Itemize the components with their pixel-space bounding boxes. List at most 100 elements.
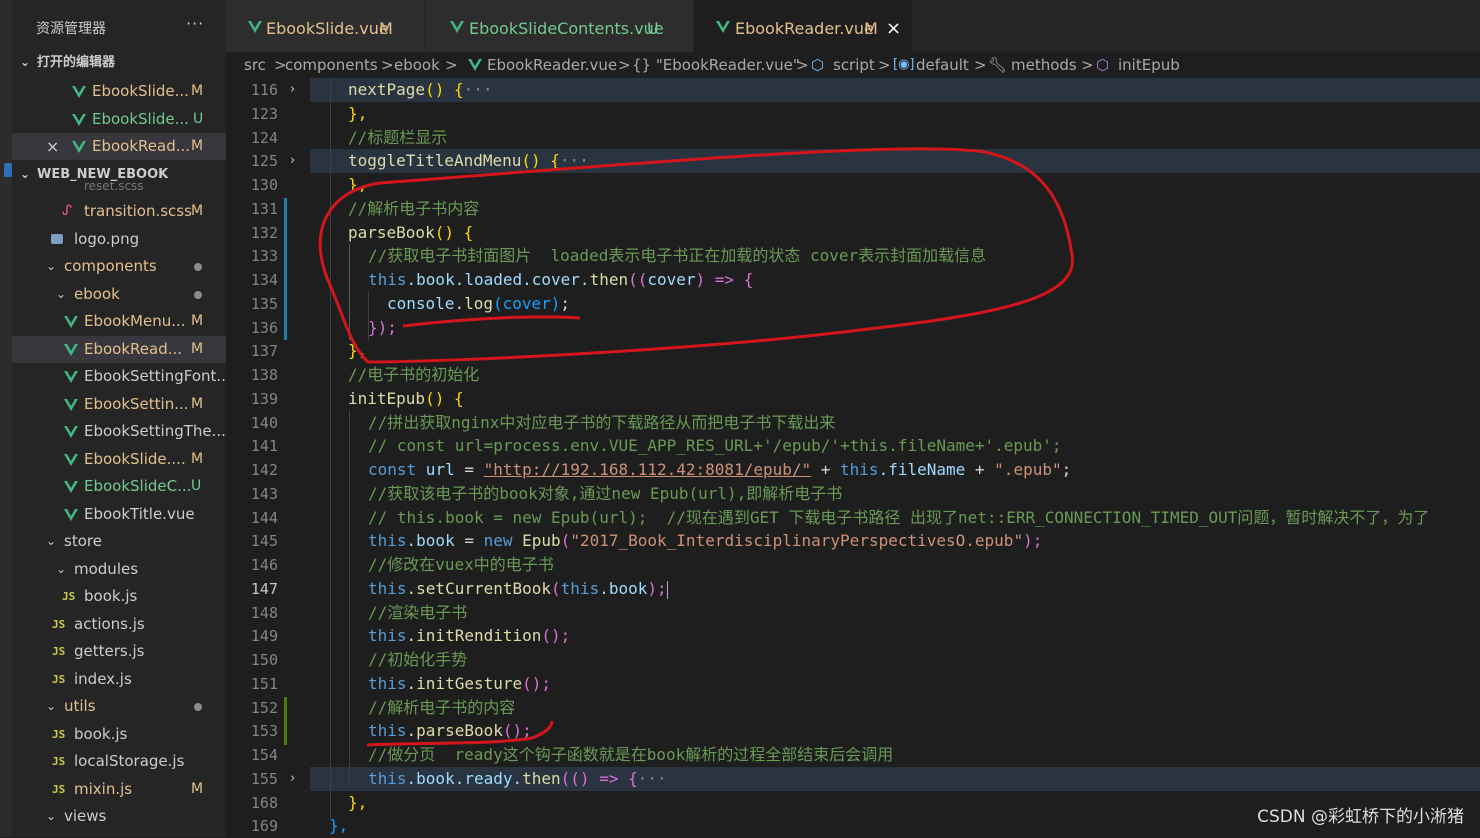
- cube-icon: ⬡: [811, 56, 825, 74]
- code-line: },: [348, 104, 368, 123]
- open-editors-section[interactable]: ⌄ 打开的编辑器: [12, 49, 226, 76]
- code-line: const url = "http://192.168.112.42:8081/…: [368, 460, 1072, 479]
- code-line: this.initGesture();: [368, 674, 552, 693]
- breadcrumb-item[interactable]: script: [833, 52, 875, 78]
- open-editor-label: EbookSlide...: [92, 110, 189, 128]
- git-badge: M: [191, 781, 204, 797]
- tree-item-label: localStorage.js: [74, 752, 185, 770]
- open-editor-item[interactable]: EbookSlide... U: [12, 106, 226, 133]
- tree-folder-ebook[interactable]: ⌄ ebook: [12, 281, 226, 308]
- breadcrumb-item[interactable]: src: [244, 52, 266, 78]
- line-number: 131: [250, 200, 278, 218]
- code-line: },: [348, 341, 368, 360]
- tree-item-ebook-file[interactable]: EbookSettin... M: [12, 391, 226, 418]
- git-badge: U: [191, 478, 202, 494]
- tree-item-ebook-file[interactable]: EbookSettingThe...: [12, 418, 226, 445]
- breadcrumb-separator: >: [381, 56, 394, 74]
- line-number: 130: [250, 176, 278, 194]
- tree-folder-components[interactable]: ⌄ components: [12, 253, 226, 280]
- line-number: 139: [250, 390, 278, 408]
- breadcrumb: src > components > ebook > EbookReader.v…: [226, 52, 1480, 78]
- open-editor-item[interactable]: EbookSlide... M: [12, 78, 226, 105]
- breadcrumb-item[interactable]: ebook: [394, 52, 440, 78]
- tree-item-label: EbookSettingThe...: [84, 422, 226, 440]
- tree-item-label: utils: [64, 697, 96, 715]
- code-line: //做分页 ready这个钩子函数就是在book解析的过程全部结束后会调用: [368, 745, 894, 764]
- tab-ebookslide[interactable]: EbookSlide.vue M: [226, 0, 425, 52]
- variable-icon: [◉]: [893, 57, 915, 72]
- tree-item-label: EbookRead...: [84, 340, 183, 358]
- image-icon: [51, 234, 63, 244]
- tree-item-label: views: [64, 807, 107, 825]
- tree-folder-utils[interactable]: ⌄ utils: [12, 693, 226, 720]
- tree-item-actions-js[interactable]: JS actions.js: [12, 611, 226, 638]
- chevron-down-icon: ⌄: [46, 259, 57, 273]
- tree-item-index-js[interactable]: JS index.js: [12, 666, 226, 693]
- vue-icon: [64, 344, 78, 356]
- breadcrumb-item[interactable]: EbookReader.vue: [487, 52, 617, 78]
- breadcrumb-separator: >: [796, 56, 809, 74]
- chevron-right-icon[interactable]: ›: [290, 149, 295, 173]
- vue-icon: [716, 21, 730, 33]
- tree-item-getters-js[interactable]: JS getters.js: [12, 638, 226, 665]
- chevron-right-icon[interactable]: ›: [290, 767, 295, 791]
- breadcrumb-item[interactable]: components: [285, 52, 378, 78]
- tree-item-logo[interactable]: logo.png: [12, 226, 226, 253]
- vue-icon: [468, 59, 482, 71]
- line-number: 133: [250, 247, 278, 265]
- tree-item-label: components: [64, 257, 157, 275]
- tab-ebookslidecontents[interactable]: EbookSlideContents.vue U: [425, 0, 694, 52]
- breadcrumb-item[interactable]: {} "EbookReader.vue": [632, 52, 800, 78]
- line-number: 142: [250, 461, 278, 479]
- code-line: //解析电子书内容: [348, 199, 480, 218]
- close-icon[interactable]: ×: [886, 0, 901, 58]
- js-icon: JS: [52, 728, 66, 741]
- more-actions-icon[interactable]: ···: [186, 14, 204, 33]
- tree-folder-modules[interactable]: ⌄ modules: [12, 556, 226, 583]
- git-badge: M: [191, 396, 204, 412]
- tree-item-ebook-file[interactable]: EbookSlide.... M: [12, 446, 226, 473]
- open-editor-item-active[interactable]: × EbookRead... M: [12, 133, 226, 160]
- code-line: // const url=process.env.VUE_APP_RES_URL…: [368, 436, 1062, 455]
- tree-item-ebook-file[interactable]: EbookTitle.vue: [12, 501, 226, 528]
- code-line: //初始化手势: [368, 650, 468, 669]
- tree-item-book-js[interactable]: JS book.js: [12, 583, 226, 610]
- tree-item-label: modules: [74, 560, 139, 578]
- vue-icon: [72, 114, 86, 126]
- chevron-right-icon[interactable]: ›: [290, 78, 295, 102]
- line-number: 146: [250, 556, 278, 574]
- code-line: //解析电子书的内容: [368, 698, 516, 717]
- tree-item-label: EbookSettin...: [84, 395, 189, 413]
- code-editor[interactable]: nextPage() {··· }, //标题栏显示 toggleTitleAn…: [310, 78, 1480, 837]
- js-icon: JS: [62, 590, 76, 603]
- tree-item-ebook-file[interactable]: EbookSlideC... U: [12, 473, 226, 500]
- tree-folder-views[interactable]: ⌄ views: [12, 803, 226, 830]
- tree-item-ebook-file[interactable]: EbookSettingFont...: [12, 363, 226, 390]
- line-number: 152: [250, 699, 278, 717]
- tree-item-ebook-file[interactable]: EbookMenu... M: [12, 308, 226, 335]
- js-icon: JS: [52, 783, 66, 796]
- breadcrumb-item[interactable]: methods: [1011, 52, 1077, 78]
- tree-item-mixin-js[interactable]: JS mixin.js M: [12, 776, 226, 803]
- vue-icon: [64, 316, 78, 328]
- breadcrumb-item[interactable]: initEpub: [1118, 52, 1180, 78]
- tree-item-ebook-file[interactable]: EbookRead... M: [12, 336, 226, 363]
- open-editor-label: EbookRead...: [92, 137, 191, 155]
- tree-item-transition[interactable]: ᔑ transition.scss M: [12, 198, 226, 225]
- tab-ebookreader-active[interactable]: EbookReader.vue M ×: [694, 0, 913, 52]
- breadcrumb-separator: >: [974, 56, 987, 74]
- tree-item-localstorage-js[interactable]: JS localStorage.js: [12, 748, 226, 775]
- modified-dot-icon: [194, 291, 202, 299]
- code-line: //修改在vuex中的电子书: [368, 555, 554, 574]
- code-line: console.log(cover);: [387, 294, 571, 313]
- line-number: 141: [250, 437, 278, 455]
- breadcrumb-item[interactable]: default: [916, 52, 969, 78]
- close-icon[interactable]: ×: [46, 133, 59, 160]
- js-icon: JS: [52, 618, 66, 631]
- vue-icon: [64, 454, 78, 466]
- tree-folder-store[interactable]: ⌄ store: [12, 528, 226, 555]
- git-badge: M: [379, 19, 393, 38]
- tree-item-utils-book-js[interactable]: JS book.js: [12, 721, 226, 748]
- sass-icon: ᔑ: [62, 203, 72, 219]
- indent-guide: [349, 410, 350, 788]
